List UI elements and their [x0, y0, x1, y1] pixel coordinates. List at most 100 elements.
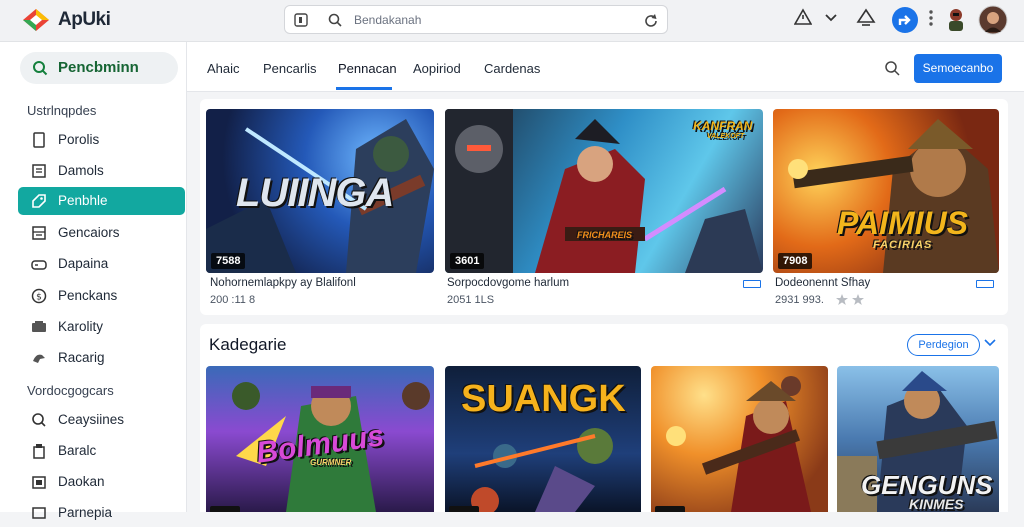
sidebar-item-label: Baralc — [58, 443, 97, 458]
game-art-title: LUIINGA — [236, 171, 394, 215]
active-tab-indicator — [336, 87, 392, 90]
card-title[interactable]: Dodeonennt Sfhay — [775, 277, 870, 289]
tabs-bar: Ahaic Pencarlis Pennacan Aopiriod Carden… — [187, 42, 1024, 92]
sidebar-item-ceaysiines[interactable]: Ceaysiines — [18, 406, 185, 434]
newspaper-icon — [32, 164, 46, 178]
sidebar-item-karolity[interactable]: Karolity — [18, 313, 185, 341]
app-title: ApUki — [58, 9, 111, 30]
featured-card-image[interactable]: KANFRAN VALEKOFT FRICHAREIS 3601 — [445, 109, 763, 273]
app-logo-icon — [23, 9, 49, 31]
card-tag-icon — [743, 280, 761, 288]
sidebar-item-gencaiors[interactable]: Gencaiors — [18, 219, 185, 247]
card-badge: 7908 — [778, 253, 813, 269]
more-vert-icon[interactable] — [927, 8, 935, 28]
game-art-banner: FRICHAREIS — [577, 230, 633, 240]
game-thumbnail[interactable]: Bolmuus GURMNER — [206, 366, 434, 512]
game-thumbnail[interactable]: SUANGK — [445, 366, 641, 512]
sidebar-item-label: Parnepia — [58, 505, 113, 520]
box-icon — [32, 476, 46, 489]
sidebar-item-porolis[interactable]: Porolis — [18, 126, 185, 154]
top-bar: ApUki Bendakanah — [0, 0, 1024, 42]
sidebar-heading: Vordocgogcars — [27, 383, 114, 398]
sidebar-item-label: Damols — [58, 163, 104, 178]
thumbnail-badge — [655, 506, 685, 512]
sidebar-item-damols[interactable]: Damols — [18, 157, 185, 185]
race-icon — [33, 354, 45, 363]
tab-pennacan[interactable]: Pennacan — [338, 61, 397, 76]
address-search-box[interactable]: Bendakanah — [284, 5, 668, 34]
reload-icon[interactable] — [642, 12, 660, 30]
bag-icon — [33, 444, 45, 459]
sidebar-item-penckans[interactable]: $ Penckans — [18, 282, 185, 310]
grid-icon — [32, 226, 46, 240]
tab-pencarlis[interactable]: Pencarlis — [263, 61, 316, 76]
game-thumbnail[interactable]: GENGUNS KINMES — [837, 366, 999, 512]
featured-cards: LUIINGA 7588 Nohornemlapkpy ay Blalifonl… — [200, 99, 1008, 315]
sidebar-search[interactable]: Pencbminn — [20, 52, 178, 84]
card-title[interactable]: Sorpocdovgome harlum — [447, 277, 569, 289]
game-art-illustration — [666, 376, 811, 512]
card-badge: 3601 — [450, 253, 485, 269]
card-title[interactable]: Nohornemlapkpy ay Blalifonl — [210, 277, 356, 289]
game-art-subtitle: VALEKOFT — [707, 133, 745, 140]
card-meta: 2051 1LS — [447, 294, 495, 306]
card-meta: 200 :11 8 — [210, 294, 256, 306]
tab-cardenas[interactable]: Cardenas — [484, 61, 540, 76]
featured-card-image[interactable]: LUIINGA 7588 — [206, 109, 434, 273]
primary-action-button[interactable]: Semoecanbo — [914, 54, 1002, 83]
controller-icon — [31, 260, 47, 270]
extension-icon[interactable] — [856, 8, 876, 28]
coin-icon: $ — [31, 288, 47, 304]
sidebar-search-label: Pencbminn — [58, 59, 139, 76]
game-thumbnail[interactable] — [651, 366, 828, 512]
sidebar-item-racarig[interactable]: Racarig — [18, 344, 185, 372]
search-icon — [33, 61, 48, 76]
sidebar-item-label: Gencaiors — [58, 225, 120, 240]
sidebar-item-baralc[interactable]: Baralc — [18, 437, 185, 465]
svg-text:$: $ — [36, 293, 42, 303]
sidebar-item-label: Penckans — [58, 288, 118, 303]
sidebar: Pencbminn Ustrlnqpdes Porolis Damols Pen… — [0, 42, 187, 520]
game-art-subtitle: KINMES — [909, 496, 964, 512]
sidebar-item-label: Racarig — [58, 350, 105, 365]
tag-icon — [32, 194, 46, 208]
category-section: Kadegarie Perdegion Bolmuus GURMNER SUAN… — [200, 324, 1008, 512]
sidebar-item-label: Daokan — [58, 474, 105, 489]
keyboard-icon — [32, 321, 46, 332]
featured-card-image[interactable]: PAIMIUS FACIRIAS 7908 — [773, 109, 999, 273]
chevron-down-icon[interactable] — [823, 8, 839, 26]
sidebar-item-parnepia[interactable]: Parnepia — [18, 499, 185, 527]
search-icon — [32, 413, 46, 427]
sidebar-item-daokan[interactable]: Daokan — [18, 468, 185, 496]
document-icon — [33, 132, 45, 148]
tab-ahaic[interactable]: Ahaic — [207, 61, 240, 76]
sidebar-item-label: Dapaina — [58, 256, 109, 271]
sidebar-item-label: Ceaysiines — [58, 412, 125, 427]
chevron-down-icon[interactable] — [984, 338, 996, 348]
card-badge: 7588 — [211, 253, 246, 269]
game-character-icon[interactable] — [944, 6, 968, 32]
share-icon[interactable] — [891, 6, 919, 34]
game-art-title: SUANGK — [461, 378, 626, 420]
tab-aopiriod[interactable]: Aopiriod — [413, 61, 461, 76]
game-art-title: KANFRAN — [693, 119, 753, 133]
sidebar-item-label: Penbhle — [58, 193, 108, 208]
sidebar-item-dapaina[interactable]: Dapaina — [18, 250, 185, 278]
game-art-subtitle: GURMNER — [310, 458, 352, 467]
warning-icon[interactable] — [794, 8, 812, 26]
sidebar-item-penbhle[interactable]: Penbhle — [18, 187, 185, 215]
thumbnail-badge — [210, 506, 240, 512]
search-icon[interactable] — [884, 60, 901, 77]
section-title: Kadegarie — [209, 335, 287, 354]
sidebar-heading: Ustrlnqpdes — [27, 103, 97, 118]
device-icon — [32, 507, 46, 519]
avatar[interactable] — [978, 5, 1008, 35]
search-input[interactable]: Bendakanah — [354, 13, 421, 27]
search-icon — [328, 13, 342, 27]
page-icon[interactable] — [293, 12, 309, 28]
card-tag-icon — [976, 280, 994, 288]
section-filter-pill[interactable]: Perdegion — [907, 334, 980, 356]
rating-stars — [836, 294, 864, 305]
game-art-subtitle: FACIRIAS — [873, 239, 933, 251]
game-art-title: PAIMIUS — [837, 205, 968, 241]
